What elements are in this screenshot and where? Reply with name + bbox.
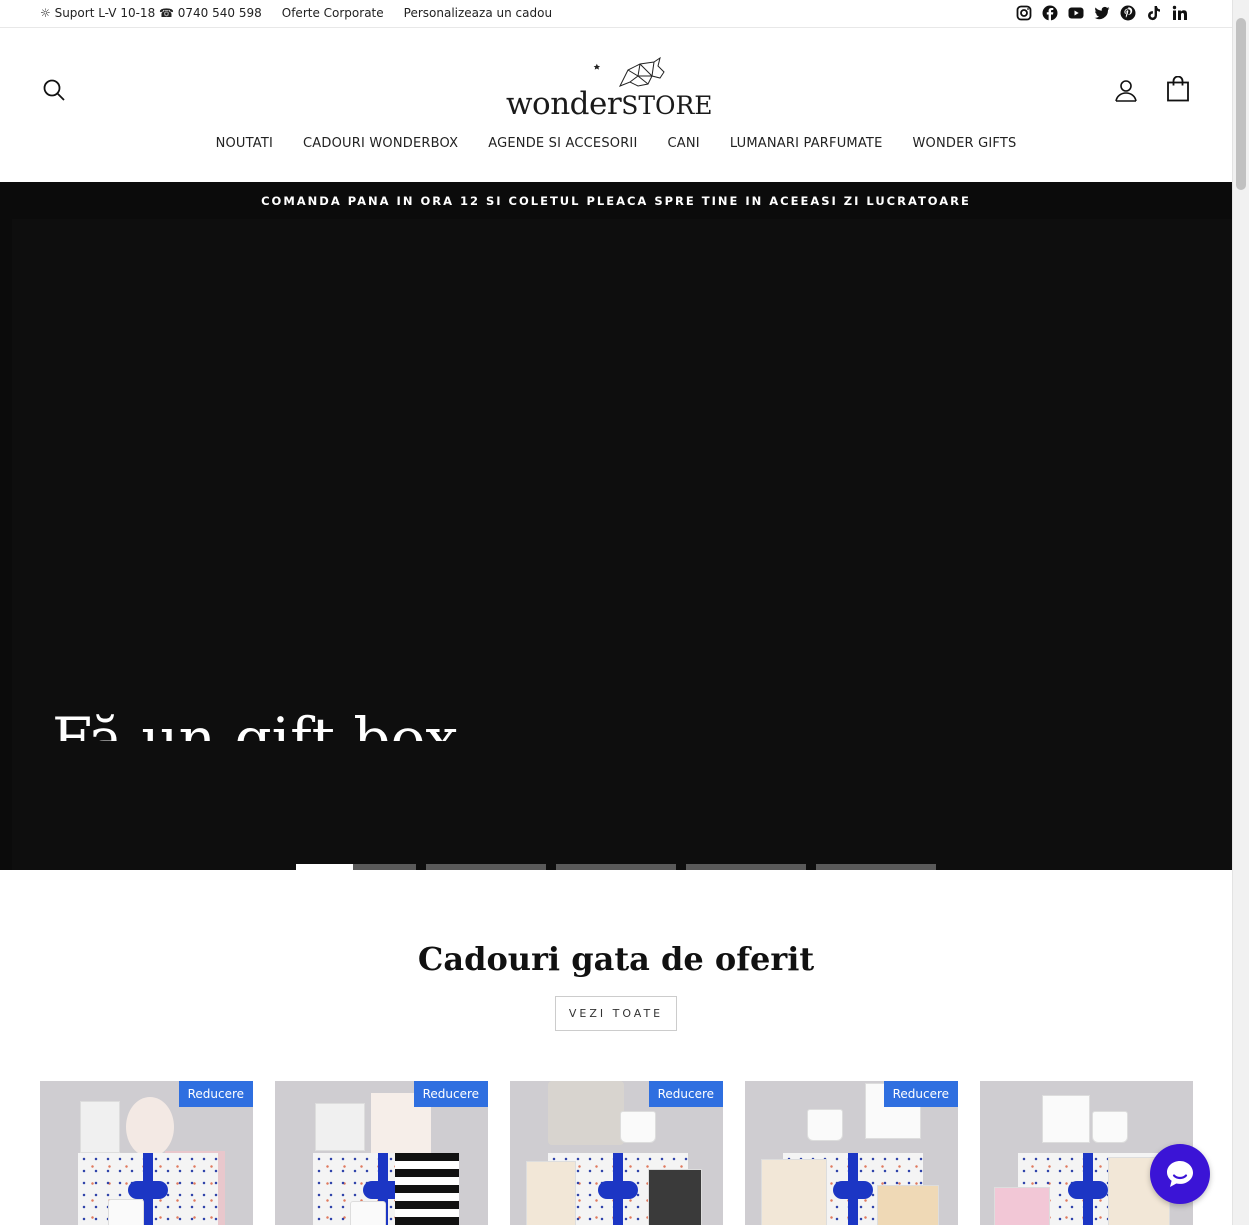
- product-image-book: [994, 1187, 1050, 1225]
- account-icon[interactable]: [1114, 78, 1138, 102]
- product-image-card: [80, 1101, 120, 1153]
- slide-dot-2[interactable]: [426, 864, 546, 870]
- product-image-ornament: [126, 1097, 174, 1157]
- section-title: Cadouri gata de oferit: [417, 940, 815, 978]
- facebook-icon[interactable]: [1042, 5, 1058, 21]
- site-header: wonderSTORE NOUTATI CADOURI WONDERBOX AG…: [0, 28, 1232, 182]
- nav-item-cadouri-wonderbox[interactable]: CADOURI WONDERBOX: [303, 136, 458, 151]
- logo-text-bold: STORE: [621, 91, 713, 120]
- hero-title-wrapper: Fă un gift box: [52, 699, 752, 741]
- nav-item-wonder-gifts[interactable]: WONDER GIFTS: [912, 136, 1016, 151]
- nav-item-lumanari-parfumate[interactable]: LUMANARI PARFUMATE: [730, 136, 883, 151]
- product-image-calendar: [877, 1185, 939, 1225]
- top-bar: ☼ Suport L-V 10-18 ☎ 0740 540 598 Oferte…: [0, 0, 1232, 28]
- product-image-book: [761, 1159, 827, 1225]
- product-image-mug: [108, 1199, 144, 1225]
- view-all-button[interactable]: VEZI TOATE: [555, 996, 677, 1031]
- sale-badge: Reducere: [413, 1081, 488, 1107]
- twitter-icon[interactable]: [1094, 5, 1110, 21]
- sale-badge: Reducere: [883, 1081, 958, 1107]
- site-logo[interactable]: wonderSTORE: [506, 56, 728, 124]
- sale-badge: Reducere: [178, 1081, 253, 1107]
- chat-icon: [1167, 1161, 1193, 1187]
- slide-dot-4[interactable]: [686, 864, 806, 870]
- product-image-mug: [1092, 1111, 1128, 1143]
- logo-text-main: wonder: [506, 86, 622, 122]
- chat-button[interactable]: [1150, 1144, 1210, 1204]
- corporate-offers-link[interactable]: Oferte Corporate: [282, 6, 384, 20]
- cart-bag-icon[interactable]: [1166, 75, 1190, 102]
- product-image-card: [315, 1103, 365, 1151]
- product-grid: Reducere Reducere Reducere Reducere: [40, 1081, 1193, 1225]
- gift-box-bow: [1068, 1181, 1108, 1199]
- nav-item-agende-si-accesorii[interactable]: AGENDE SI ACCESORII: [488, 136, 637, 151]
- nav-item-cani[interactable]: CANI: [668, 136, 700, 151]
- logo-wordmark: wonderSTORE: [506, 86, 728, 122]
- product-image-book: [526, 1161, 576, 1225]
- pinterest-icon[interactable]: [1120, 5, 1136, 21]
- instagram-icon[interactable]: [1016, 5, 1032, 21]
- product-image-coffee-bag: [548, 1081, 624, 1145]
- slide-progress: [296, 864, 353, 870]
- tiktok-icon[interactable]: [1146, 5, 1162, 21]
- page-scrollbar[interactable]: [1232, 0, 1249, 1225]
- hero-title: Fă un gift box: [52, 705, 459, 741]
- hero-slide: Fă un gift box: [12, 219, 1232, 870]
- product-card[interactable]: Reducere: [40, 1081, 253, 1225]
- hero-slideshow[interactable]: Fă un gift box: [0, 219, 1232, 870]
- search-icon[interactable]: [42, 78, 66, 102]
- product-image-striped-notebook: [395, 1153, 459, 1225]
- slideshow-dots: [296, 864, 936, 870]
- product-image-mug: [807, 1109, 843, 1141]
- product-card[interactable]: Reducere: [510, 1081, 723, 1225]
- product-image-book-dark: [648, 1169, 702, 1225]
- product-card[interactable]: Reducere: [745, 1081, 958, 1225]
- personalize-gift-link[interactable]: Personalizeaza un cadou: [404, 6, 552, 20]
- slide-dot-3[interactable]: [556, 864, 676, 870]
- product-card[interactable]: Reducere: [275, 1081, 488, 1225]
- social-links: [1016, 5, 1188, 21]
- sale-badge: Reducere: [648, 1081, 723, 1107]
- product-image-mug: [350, 1201, 386, 1225]
- slide-dot-5[interactable]: [816, 864, 936, 870]
- unicorn-logo-icon: [593, 56, 665, 87]
- announcement-bar: COMANDA PANA IN ORA 12 SI COLETUL PLEACA…: [0, 182, 1232, 219]
- product-image-card: [1042, 1095, 1090, 1143]
- nav-item-noutati[interactable]: NOUTATI: [216, 136, 273, 151]
- gift-box-bow: [598, 1181, 638, 1199]
- product-image-mug: [620, 1111, 656, 1143]
- slide-dot-1[interactable]: [296, 864, 416, 870]
- gift-box-bow: [128, 1181, 168, 1199]
- youtube-icon[interactable]: [1068, 5, 1084, 21]
- support-info: ☼ Suport L-V 10-18 ☎ 0740 540 598: [40, 6, 262, 20]
- scrollbar-thumb[interactable]: [1236, 18, 1246, 190]
- linkedin-icon[interactable]: [1172, 5, 1188, 21]
- top-bar-links: ☼ Suport L-V 10-18 ☎ 0740 540 598 Oferte…: [40, 6, 552, 20]
- main-nav: NOUTATI CADOURI WONDERBOX AGENDE SI ACCE…: [0, 136, 1232, 151]
- gift-box-bow: [833, 1181, 873, 1199]
